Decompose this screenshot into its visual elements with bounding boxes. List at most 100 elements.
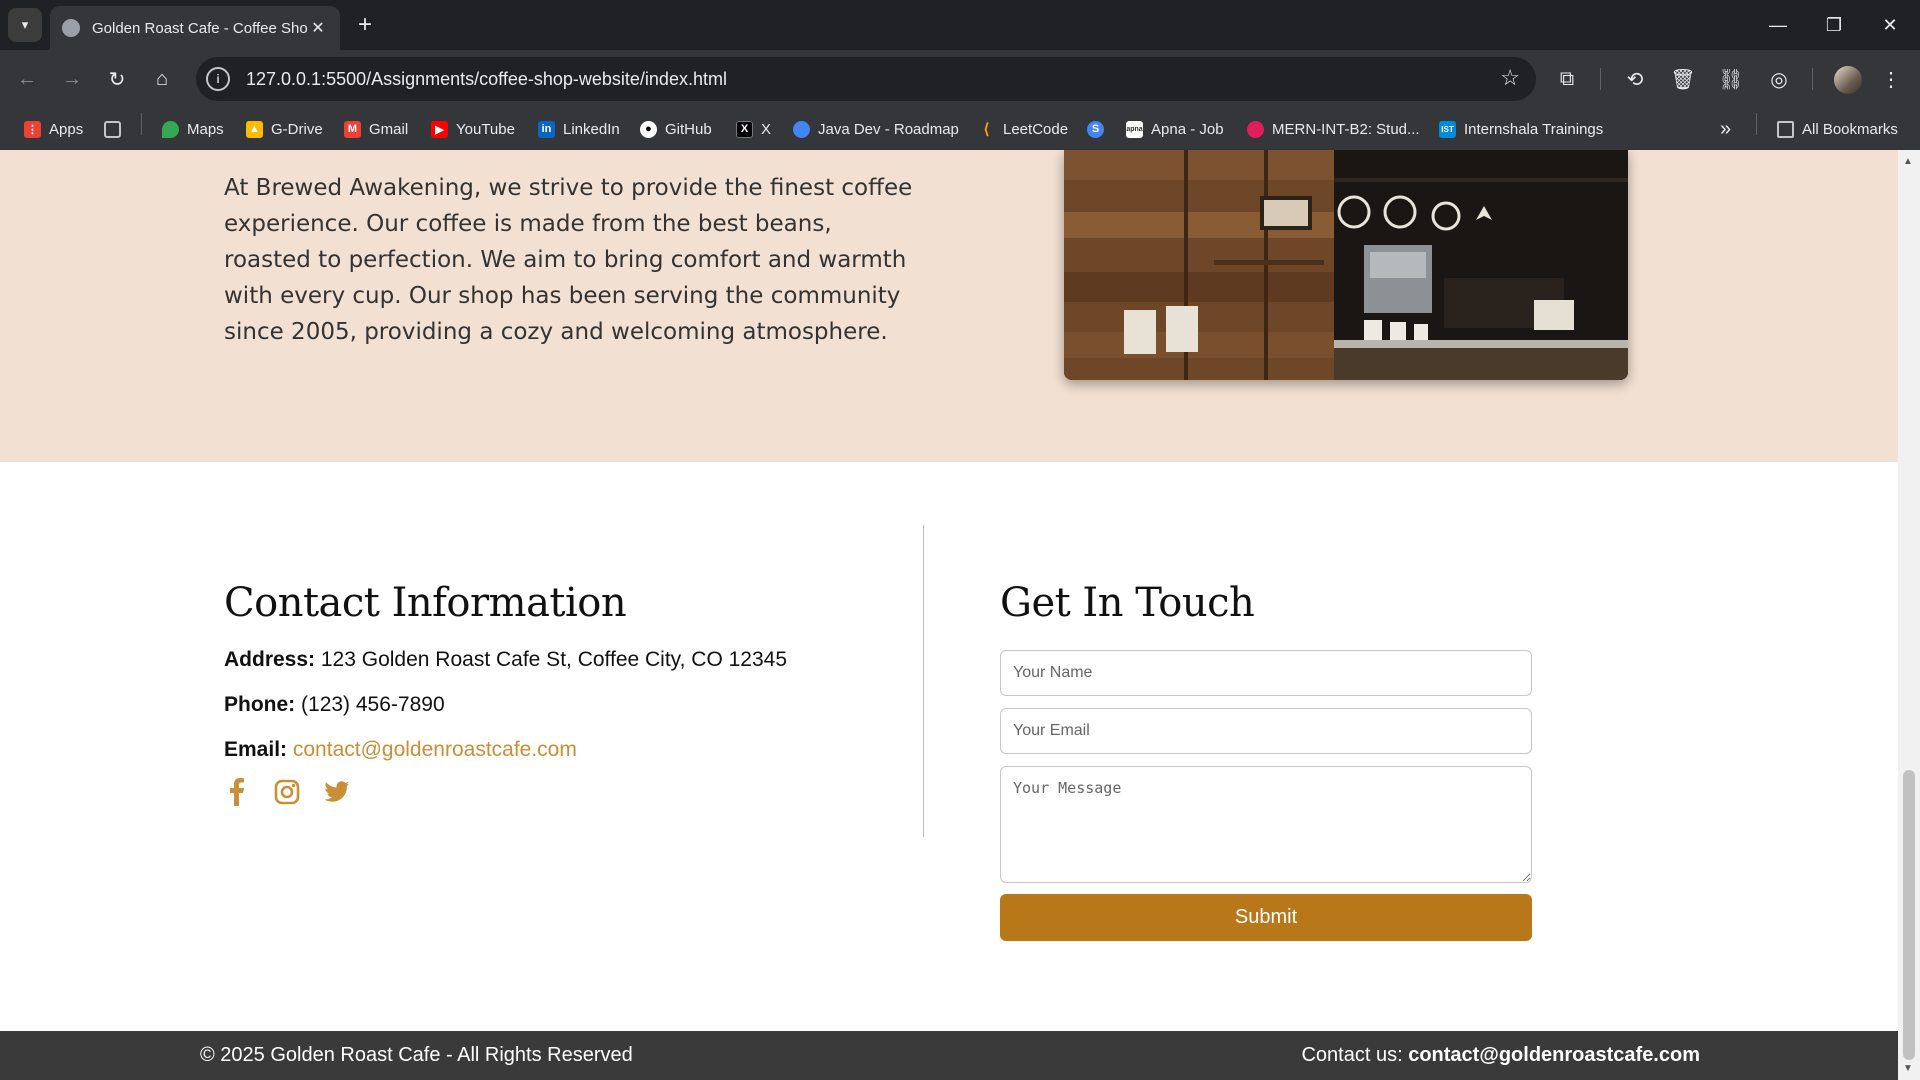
close-window-icon[interactable]: ✕ [1862,0,1918,50]
bookmark-maps[interactable]: Maps [162,108,224,150]
linkedin-icon: in [538,120,555,138]
browser-tab[interactable]: Golden Roast Cafe - Coffee Shop ✕ [50,6,340,50]
submit-button[interactable]: Submit [1000,894,1532,941]
site-info-icon[interactable]: i [206,67,230,91]
link-icon[interactable]: ⛓ [1716,64,1746,94]
address-value: 123 Golden Roast Cafe St, Coffee City, C… [320,648,788,671]
youtube-icon: ▶ [431,120,448,138]
scrollbar-thumb[interactable] [1903,770,1915,1060]
facebook-icon[interactable] [224,778,250,806]
scroll-up-icon[interactable]: ▲ [1903,156,1913,167]
bookmarks-divider [141,113,142,135]
contact-heading: Contact Information [224,580,627,626]
maps-pin-icon [162,120,179,138]
bookmark-star-icon[interactable]: ☆ [1500,65,1520,91]
screenshot-icon[interactable]: ◎ [1764,64,1794,94]
tab-title: Golden Roast Cafe - Coffee Shop [92,19,308,37]
new-tab-button[interactable]: + [350,10,380,40]
footer-contact-prefix: Contact us: [1301,1044,1403,1066]
social-links [224,778,864,806]
cafe-interior-illustration [1064,150,1628,380]
phone-line: Phone: (123) 456-7890 [224,693,864,717]
bookmark-apps[interactable]: ⋮ Apps [24,108,83,150]
internshala-icon: IST [1439,120,1456,138]
github-icon: ● [640,120,657,138]
folder-icon [1777,120,1794,138]
bookmark-youtube[interactable]: ▶ YouTube [431,108,515,150]
email-line: Email: contact@goldenroastcafe.com [224,738,864,762]
url-text[interactable]: 127.0.0.1:5500/Assignments/coffee-shop-w… [246,69,727,90]
bookmark-internshala[interactable]: IST Internshala Trainings [1439,108,1603,150]
bookmarks-divider [1756,113,1757,135]
back-icon[interactable]: ← [10,62,44,96]
home-icon[interactable]: ⌂ [145,62,179,96]
gmail-icon: M [344,120,361,138]
close-tab-icon[interactable]: ✕ [308,18,328,38]
bookmark-leetcode[interactable]: ⟨ LeetCode [978,108,1069,150]
contact-info-section: Contact Information Address: 123 Golden … [224,580,864,806]
site-footer: © 2025 Golden Roast Cafe - All Rights Re… [0,1031,1898,1080]
s-logo-icon: S [1087,120,1104,138]
apps-grid-icon: ⋮ [24,120,41,138]
x-icon: X [736,120,753,138]
contact-form: Get In Touch Submit [1000,580,1532,941]
copyright-text: © 2025 Golden Roast Cafe - All Rights Re… [200,1044,633,1066]
page-scrollbar[interactable]: ▲ ▼ [1898,150,1920,1080]
email-label: Email: [224,738,288,761]
more-bookmarks-icon[interactable]: » [1720,108,1731,150]
about-section: At Brewed Awakening, we strive to provid… [0,150,1898,462]
minimize-icon[interactable]: — [1750,0,1806,50]
bookmark-linkedin[interactable]: in LinkedIn [538,108,620,150]
bookmark-untitled[interactable]: S [1087,108,1112,150]
all-bookmarks[interactable]: All Bookmarks [1777,108,1898,150]
toolbar-divider [1600,68,1601,90]
cafe-interior-image [1064,150,1628,380]
slack-icon [1247,120,1264,138]
menu-kebab-icon[interactable]: ⋮ [1876,64,1906,94]
bookmark-mern-int[interactable]: MERN-INT-B2: Stud... [1247,108,1420,150]
message-textarea[interactable] [1000,766,1532,883]
phone-value: (123) 456-7890 [301,693,445,716]
bookmark-gdrive[interactable]: ▲ G-Drive [246,108,323,150]
footer-contact: Contact us: contact@goldenroastcafe.com [1301,1044,1700,1067]
bookmark-apna-job[interactable]: apna Apna - Job [1126,108,1224,150]
phone-label: Phone: [224,693,296,716]
tab-groups-icon[interactable] [104,108,129,150]
restore-icon[interactable]: ❐ [1806,0,1862,50]
instagram-icon[interactable] [274,778,300,806]
email-link[interactable]: contact@goldenroastcafe.com [293,738,577,761]
reload-icon[interactable]: ↻ [100,62,134,96]
twitter-icon[interactable] [324,778,350,806]
leetcode-icon: ⟨ [983,121,990,138]
bookmarks-bar: ⋮ Apps Maps ▲ G-Drive M Gmail ▶ YouTube … [0,108,1920,150]
apna-icon: apna [1126,120,1143,138]
footer-contact-email[interactable]: contact@goldenroastcafe.com [1408,1044,1700,1066]
tab-search-dropdown-icon[interactable]: ▾ [8,8,42,42]
bookmark-github[interactable]: ● GitHub [640,108,712,150]
profile-avatar[interactable] [1834,66,1862,94]
tab-strip: ▾ Golden Roast Cafe - Coffee Shop ✕ + — … [0,0,1920,50]
toolbar-divider [1812,68,1813,90]
address-label: Address: [224,648,316,671]
address-bar[interactable]: i 127.0.0.1:5500/Assignments/coffee-shop… [196,57,1536,101]
bookmark-x[interactable]: X X [736,108,771,150]
email-input[interactable] [1000,708,1532,754]
globe-icon [62,19,80,37]
delete-icon[interactable]: 🗑 [1668,64,1698,94]
browser-toolbar: ← → ↻ ⌂ i 127.0.0.1:5500/Assignments/cof… [0,50,1920,108]
chat-bubble-icon [793,120,810,138]
bookmark-gmail[interactable]: M Gmail [344,108,408,150]
section-divider [923,525,924,837]
name-input[interactable] [1000,650,1532,696]
extensions-icon[interactable]: ⧉ [1552,64,1582,94]
page-viewport: At Brewed Awakening, we strive to provid… [0,150,1898,1080]
scroll-down-icon[interactable]: ▼ [1903,1063,1913,1074]
address-line: Address: 123 Golden Roast Cafe St, Coffe… [224,648,864,672]
drive-icon: ▲ [246,120,263,138]
forward-icon[interactable]: → [55,62,89,96]
grid-icon [104,120,121,138]
bookmark-java-dev-roadmap[interactable]: Java Dev - Roadmap [793,108,959,150]
about-paragraph: At Brewed Awakening, we strive to provid… [224,175,913,345]
history-icon[interactable]: ⟲ [1620,64,1650,94]
form-heading: Get In Touch [1000,580,1255,626]
